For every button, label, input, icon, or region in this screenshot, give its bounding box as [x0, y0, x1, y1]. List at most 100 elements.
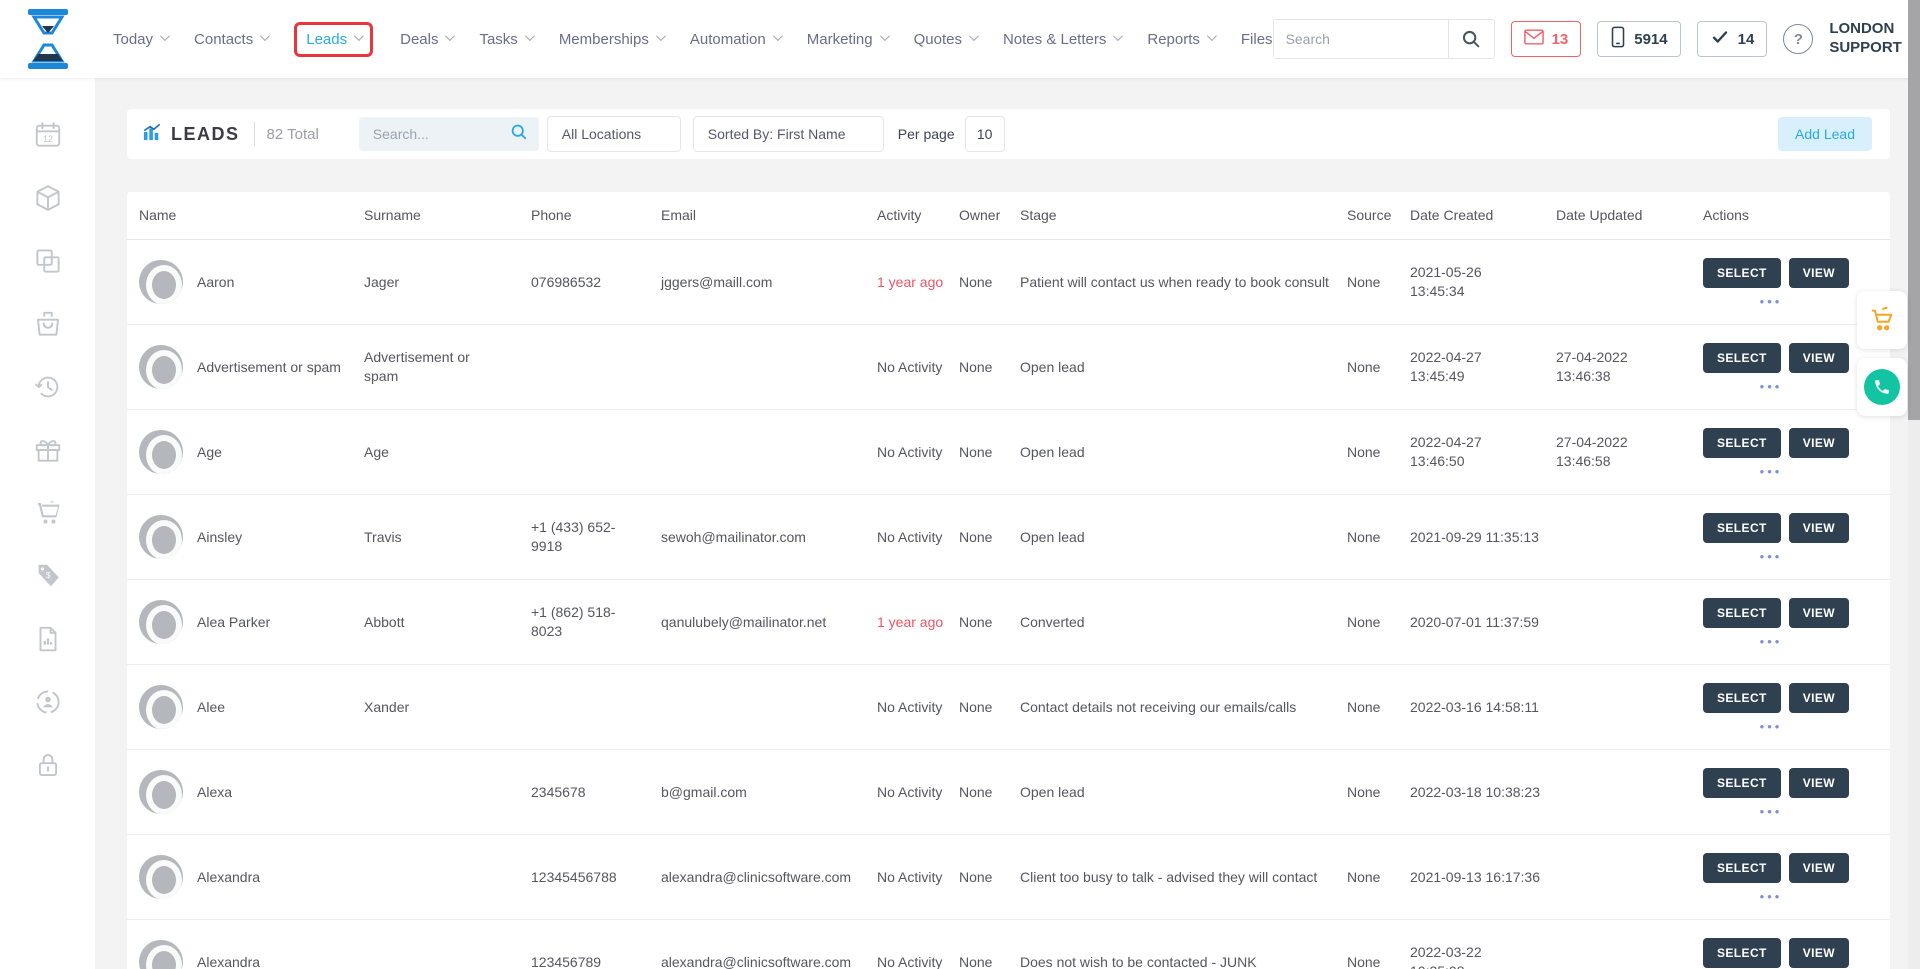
lead-name: Ainsley [197, 528, 242, 547]
scrollbar-thumb[interactable] [1908, 0, 1920, 420]
table-row: Ainsley Travis +1 (433) 652-9918 sewoh@m… [127, 495, 1890, 580]
leads-search-input[interactable] [373, 126, 509, 142]
copy-icon[interactable] [33, 246, 63, 276]
leads-page: Today Contacts Leads Deals Tasks Members… [0, 0, 1920, 969]
view-button[interactable]: VIEW [1789, 598, 1849, 628]
nav-item-leads[interactable]: Leads [294, 22, 373, 57]
more-actions-button[interactable]: ••• [1703, 637, 1839, 647]
nav-item-reports[interactable]: Reports [1147, 31, 1214, 48]
price-tag-icon[interactable]: $ [33, 561, 63, 591]
location-filter-select[interactable]: All Locations [547, 116, 681, 152]
more-actions-button[interactable]: ••• [1703, 722, 1839, 732]
avatar [139, 260, 183, 304]
lead-stage: Patient will contact us when ready to bo… [1020, 273, 1347, 292]
nav-item-quotes[interactable]: Quotes [914, 31, 976, 48]
nav-item-contacts[interactable]: Contacts [194, 31, 267, 48]
total-count: 82 Total [267, 126, 319, 143]
help-icon[interactable]: ? [1783, 24, 1813, 54]
more-actions-button[interactable]: ••• [1703, 297, 1839, 307]
nav-item-marketing[interactable]: Marketing [807, 31, 887, 48]
select-button[interactable]: SELECT [1703, 598, 1781, 628]
main-content: LEADS 82 Total All Locations Sorted By: … [95, 78, 1920, 969]
floating-call-button[interactable] [1857, 358, 1907, 416]
lead-name: Alea Parker [197, 613, 270, 632]
more-actions-button[interactable]: ••• [1703, 892, 1839, 902]
lead-surname: Abbott [364, 613, 531, 632]
view-button[interactable]: VIEW [1789, 768, 1849, 798]
column-header-activity: Activity [877, 206, 959, 225]
lead-date-created: 2022-03-22 10:35:08 [1410, 943, 1556, 969]
nav-item-notes-letters[interactable]: Notes & Letters [1003, 31, 1120, 48]
mail-badge[interactable]: 13 [1511, 21, 1582, 57]
sort-filter-select[interactable]: Sorted By: First Name [693, 116, 884, 152]
view-button[interactable]: VIEW [1789, 343, 1849, 373]
lead-activity: No Activity [877, 698, 959, 717]
history-icon[interactable] [33, 372, 63, 402]
select-button[interactable]: SELECT [1703, 853, 1781, 883]
view-button[interactable]: VIEW [1789, 258, 1849, 288]
nav-item-today[interactable]: Today [113, 31, 167, 48]
add-lead-button[interactable]: Add Lead [1778, 117, 1872, 151]
more-actions-button[interactable]: ••• [1703, 552, 1839, 562]
tasks-badge[interactable]: 14 [1697, 21, 1768, 57]
view-button[interactable]: VIEW [1789, 683, 1849, 713]
nav-item-files[interactable]: Files [1241, 31, 1273, 48]
view-button[interactable]: VIEW [1789, 938, 1849, 968]
avatar [139, 345, 183, 389]
column-header-actions: Actions [1703, 206, 1890, 225]
phone-badge[interactable]: 5914 [1597, 21, 1680, 57]
more-actions-button[interactable]: ••• [1703, 807, 1839, 817]
lead-owner: None [959, 783, 1020, 802]
per-page-select[interactable]: 10 [965, 116, 1005, 152]
lead-activity: No Activity [877, 358, 959, 377]
cart-icon[interactable] [33, 498, 63, 528]
lead-date-created: 2022-04-27 13:46:50 [1410, 433, 1556, 471]
chevron-down-icon [525, 31, 535, 41]
nav-item-deals[interactable]: Deals [400, 31, 452, 48]
lead-email: alexandra@clinicsoftware.com [661, 868, 877, 887]
report-icon[interactable] [33, 624, 63, 654]
column-header-surname: Surname [364, 206, 531, 225]
column-header-phone: Phone [531, 206, 661, 225]
lead-name: Alexandra [197, 953, 260, 969]
select-button[interactable]: SELECT [1703, 683, 1781, 713]
select-button[interactable]: SELECT [1703, 428, 1781, 458]
view-button[interactable]: VIEW [1789, 853, 1849, 883]
select-button[interactable]: SELECT [1703, 768, 1781, 798]
table-row: Alee Xander No Activity None Contact det… [127, 665, 1890, 750]
floating-cart-button[interactable] [1857, 291, 1907, 349]
select-button[interactable]: SELECT [1703, 938, 1781, 968]
nav-item-automation[interactable]: Automation [690, 31, 780, 48]
lock-icon[interactable] [33, 750, 63, 780]
chevron-down-icon [354, 31, 364, 41]
nav-item-memberships[interactable]: Memberships [559, 31, 663, 48]
lead-date-created: 2022-03-16 14:58:11 [1410, 698, 1556, 717]
select-button[interactable]: SELECT [1703, 513, 1781, 543]
table-header: NameSurnamePhoneEmailActivityOwnerStageS… [127, 192, 1890, 240]
support-user-icon[interactable] [33, 687, 63, 717]
search-icon[interactable] [1448, 20, 1494, 58]
more-actions-button[interactable]: ••• [1703, 382, 1839, 392]
lead-owner: None [959, 613, 1020, 632]
lead-date-created: 2022-04-27 13:45:49 [1410, 348, 1556, 386]
page-scrollbar[interactable] [1908, 0, 1920, 969]
view-button[interactable]: VIEW [1789, 513, 1849, 543]
gift-icon[interactable] [33, 435, 63, 465]
select-button[interactable]: SELECT [1703, 258, 1781, 288]
lead-phone: +1 (433) 652-9918 [531, 518, 661, 556]
search-icon[interactable] [509, 122, 529, 147]
lead-surname: Xander [364, 698, 531, 717]
chevron-down-icon [969, 31, 979, 41]
global-search-input[interactable] [1274, 20, 1448, 58]
package-icon[interactable] [33, 183, 63, 213]
app-logo-hourglass-icon[interactable] [25, 9, 71, 69]
select-button[interactable]: SELECT [1703, 343, 1781, 373]
more-actions-button[interactable]: ••• [1703, 467, 1839, 477]
calendar-icon[interactable]: 12 [33, 120, 63, 150]
chevron-down-icon [656, 31, 666, 41]
chevron-down-icon [880, 31, 890, 41]
lead-source: None [1347, 868, 1410, 887]
view-button[interactable]: VIEW [1789, 428, 1849, 458]
shopping-bag-icon[interactable] [33, 309, 63, 339]
nav-item-tasks[interactable]: Tasks [479, 31, 531, 48]
